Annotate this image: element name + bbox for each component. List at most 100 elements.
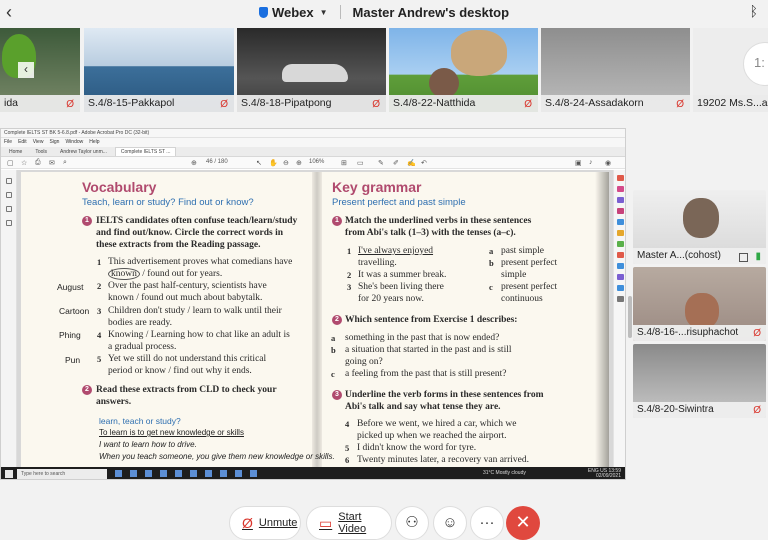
star-icon[interactable]: ☆ (21, 159, 27, 167)
exercise-item: Children don't study / learn to walk unt… (108, 306, 282, 328)
menu-help[interactable]: Help (89, 139, 99, 146)
participant-tile[interactable]: 1: 19202 Ms.S...al (693, 28, 768, 112)
leave-meeting-button[interactable]: ✕ (506, 506, 540, 540)
divider (339, 5, 341, 19)
undo-icon[interactable]: ↶ (421, 159, 427, 167)
taskbar-clock[interactable]: ENG US 13:59 02/09/2021 (588, 469, 621, 479)
reactions-button[interactable]: ☺ (433, 506, 467, 540)
redact-icon[interactable] (617, 252, 624, 258)
cursor-icon[interactable]: ↖ (256, 159, 262, 167)
print-icon[interactable]: ⎙ (35, 159, 41, 167)
hand-icon[interactable]: ✋ (269, 159, 278, 167)
prev-page-icon[interactable]: ⊕ (191, 159, 197, 167)
participant-video-strip[interactable]: ‹ ida Ø S.4/8-15-Pakkapol Ø S.4/8-18-Pip… (0, 28, 768, 112)
menu-file[interactable]: File (4, 139, 12, 146)
participant-name: S.4/8-16-...risuphachot (633, 325, 766, 341)
mail-icon[interactable]: ✉ (49, 159, 55, 167)
organize-icon[interactable] (617, 230, 624, 236)
thumbnail-icon[interactable] (6, 178, 12, 184)
participants-button[interactable]: ⚇ (395, 506, 429, 540)
compare-icon[interactable] (617, 285, 624, 291)
participant-tile[interactable]: S.4/8-15-Pakkapol Ø (84, 28, 234, 112)
unmute-button[interactable]: Ø Unmute (229, 506, 301, 540)
pdf-viewport[interactable]: Vocabulary Teach, learn or study? Find o… (1, 170, 625, 467)
bookmark-icon[interactable] (6, 192, 12, 198)
zoom-out-icon[interactable]: ⊖ (283, 159, 289, 167)
participant-tile[interactable]: S.4/8-22-Natthida Ø (389, 28, 538, 112)
zoom-in-icon[interactable]: ⊕ (296, 159, 302, 167)
app-switcher[interactable]: Webex ▼ (258, 5, 328, 20)
menu-window[interactable]: Window (65, 139, 83, 146)
more-options-button[interactable]: ··· (470, 506, 504, 540)
comment-tool-icon[interactable] (617, 208, 624, 214)
sign-icon[interactable]: ✍ (407, 159, 416, 167)
edit-pdf-icon[interactable] (617, 197, 624, 203)
close-icon: ✕ (515, 512, 531, 532)
participant-tile[interactable]: S.4/8-16-...risuphachot Ø (633, 267, 766, 341)
app-icon[interactable] (220, 470, 227, 477)
muted-mic-icon: Ø (676, 99, 684, 110)
participant-tile[interactable]: S.4/8-18-Pipatpong Ø (237, 28, 386, 112)
menu-view[interactable]: View (33, 139, 44, 146)
app-icon[interactable] (115, 470, 122, 477)
item-number: 2 (347, 270, 352, 280)
page-indicator[interactable]: 46 / 180 (206, 159, 228, 165)
account-icon[interactable]: ◉ (605, 159, 611, 167)
windows-start-icon[interactable] (5, 470, 13, 478)
protect-icon[interactable] (617, 263, 624, 269)
print-production-icon[interactable] (617, 241, 624, 247)
search-icon[interactable]: ⌕ (63, 159, 67, 167)
save-icon[interactable]: ▢ (7, 159, 14, 167)
exercise-instruction: Match the underlined verbs in these sent… (345, 216, 532, 238)
combine-icon[interactable] (617, 219, 624, 225)
tab-tools[interactable]: Tools (30, 148, 52, 156)
participant-tile[interactable]: S.4/8-24-Assadakorn Ø (541, 28, 690, 112)
app-icon[interactable] (235, 470, 242, 477)
muted-mic-icon: Ø (524, 99, 532, 110)
tab-document-2[interactable]: Complete IELTS ST ... (114, 147, 177, 156)
participant-face (429, 68, 459, 98)
layers-icon[interactable] (6, 220, 12, 226)
item-number: 4 (97, 330, 102, 340)
participant-tile[interactable]: S.4/8-20-Siwintra Ø (633, 344, 766, 418)
item-number: 5 (345, 443, 350, 453)
menu-sign[interactable]: Sign (49, 139, 59, 146)
attachment-icon[interactable] (6, 206, 12, 212)
create-pdf-icon[interactable] (617, 186, 624, 192)
strip-scroll-left-icon[interactable]: ‹ (18, 62, 34, 78)
participant-panel-scrollbar[interactable] (628, 296, 632, 338)
participant-tile[interactable]: Master A...(cohost) ▮ (633, 190, 766, 264)
comment-icon[interactable]: ▭ (357, 159, 364, 167)
start-video-button[interactable]: ▭ Start Video (306, 506, 392, 540)
sharing-icon (739, 253, 748, 262)
start-video-label: Start Video (338, 511, 367, 535)
app-icon[interactable] (250, 470, 257, 477)
muted-mic-icon: Ø (753, 405, 761, 416)
participant-name: S.4/8-24-Assadakorn (541, 95, 690, 112)
app-icon[interactable] (205, 470, 212, 477)
fill-sign-icon[interactable] (617, 274, 624, 280)
menu-edit[interactable]: Edit (18, 139, 27, 146)
weather-widget[interactable]: 31°C Mostly cloudy (483, 470, 526, 476)
app-icon[interactable] (130, 470, 137, 477)
pen-icon[interactable]: ✎ (378, 159, 384, 167)
bell-icon[interactable]: ♪ (589, 159, 593, 166)
item-number: 6 (345, 455, 350, 465)
taskbar-search-input[interactable]: Type here to search (17, 469, 107, 479)
app-icon[interactable] (145, 470, 152, 477)
ellipsis-icon: ··· (479, 514, 495, 531)
participant-tile[interactable]: ‹ ida Ø (0, 28, 80, 112)
highlight-icon[interactable]: ✐ (393, 159, 399, 167)
webex-shield-icon (258, 6, 268, 18)
app-icon[interactable] (160, 470, 167, 477)
fit-icon[interactable]: ⊞ (341, 159, 347, 167)
tab-home[interactable]: Home (4, 148, 27, 156)
export-pdf-icon[interactable] (617, 175, 624, 181)
tab-document-1[interactable]: Andrew Taylor unm... (55, 148, 112, 156)
back-chevron-icon[interactable]: ‹ (6, 2, 12, 23)
app-icon[interactable] (190, 470, 197, 477)
app-icon[interactable] (175, 470, 182, 477)
zoom-level[interactable]: 106% (309, 159, 324, 165)
chat-icon[interactable]: ▣ (575, 159, 582, 167)
more-tools-icon[interactable] (617, 296, 624, 302)
